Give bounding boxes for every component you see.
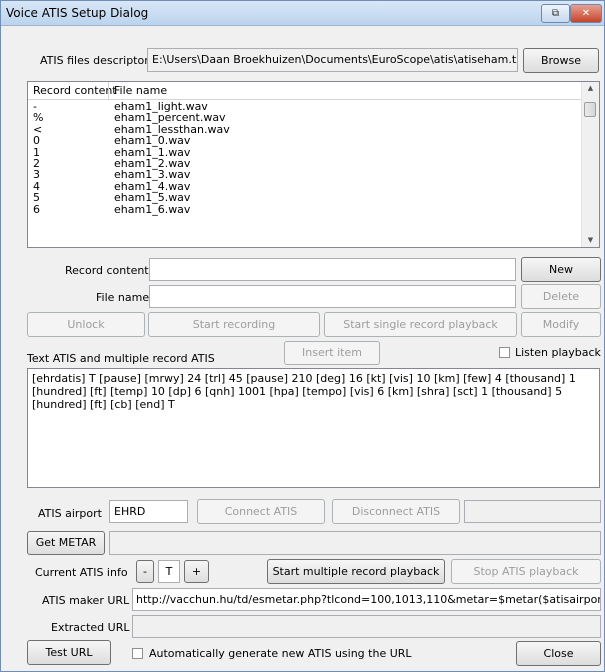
close-window-button[interactable]: ✕ — [570, 4, 602, 23]
atis-letter-decrement-button[interactable]: - — [136, 560, 154, 583]
record-content-input[interactable] — [149, 258, 516, 281]
text-atis-textarea[interactable]: [ehrdatis] T [pause] [mrwy] 24 [trl] 45 … — [27, 368, 600, 488]
records-list[interactable]: Record content File name - eham1_light.wa… — [27, 81, 600, 248]
record-content-cell: 5 — [33, 191, 40, 205]
browse-button[interactable]: Browse — [523, 48, 599, 73]
record-content-cell: 6 — [33, 202, 40, 216]
record-content-cell: 0 — [33, 134, 40, 148]
extracted-url-label: Extracted URL — [51, 621, 130, 634]
connect-atis-button[interactable]: Connect ATIS — [197, 499, 325, 524]
column-header-file-name[interactable]: File name — [114, 84, 167, 97]
get-metar-button[interactable]: Get METAR — [27, 531, 105, 555]
delete-button[interactable]: Delete — [521, 284, 601, 309]
current-atis-info-label: Current ATIS info — [35, 566, 128, 579]
start-multiple-playback-button[interactable]: Start multiple record playback — [267, 559, 445, 584]
scroll-down-icon[interactable]: ▼ — [582, 236, 599, 244]
disconnect-atis-button[interactable]: Disconnect ATIS — [332, 499, 460, 524]
insert-item-button[interactable]: Insert item — [284, 341, 380, 365]
records-list-header: Record content File name — [28, 82, 582, 100]
atis-status-field — [464, 500, 601, 523]
auto-generate-checkbox[interactable] — [132, 648, 143, 659]
restore-button[interactable]: ⧉ — [541, 4, 570, 23]
record-content-label: Record content — [65, 264, 149, 277]
test-url-button[interactable]: Test URL — [27, 640, 111, 665]
new-button[interactable]: New — [521, 257, 601, 282]
atis-maker-url-input[interactable]: http://vacchun.hu/td/esmetar.php?tlcond=… — [132, 588, 601, 611]
file-name-cell: eham1_6.wav — [114, 202, 191, 216]
atis-airport-input[interactable]: EHRD — [109, 500, 188, 523]
listen-playback-checkbox[interactable] — [499, 347, 510, 358]
window-title: Voice ATIS Setup Dialog — [6, 6, 149, 20]
text-atis-label: Text ATIS and multiple record ATIS — [27, 352, 215, 365]
scroll-up-icon[interactable]: ▲ — [582, 84, 599, 92]
records-scrollbar[interactable]: ▲ ▼ — [581, 82, 599, 247]
descriptor-path-field[interactable]: E:\Users\Daan Broekhuizen\Documents\Euro… — [147, 48, 518, 72]
modify-button[interactable]: Modify — [521, 312, 601, 337]
extracted-url-field — [132, 615, 601, 638]
file-name-cell: eham1_0.wav — [114, 134, 191, 148]
file-name-input[interactable] — [149, 285, 516, 308]
atis-letter-increment-button[interactable]: + — [184, 560, 209, 583]
stop-atis-playback-button[interactable]: Stop ATIS playback — [451, 559, 601, 584]
file-name-cell: eham1_5.wav — [114, 191, 191, 205]
listen-playback-label: Listen playback — [515, 346, 601, 359]
atis-airport-label: ATIS airport — [38, 507, 102, 520]
metar-field — [109, 531, 601, 555]
auto-generate-label: Automatically generate new ATIS using th… — [149, 647, 412, 660]
start-recording-button[interactable]: Start recording — [148, 312, 320, 337]
restore-icon: ⧉ — [551, 8, 560, 19]
atis-letter-field[interactable]: T — [158, 560, 180, 583]
scroll-thumb[interactable] — [584, 102, 596, 117]
atis-maker-url-label: ATIS maker URL — [42, 594, 130, 607]
descriptor-label: ATIS files descriptor — [40, 54, 149, 67]
unlock-button[interactable]: Unlock — [27, 312, 145, 337]
voice-atis-dialog: Voice ATIS Setup Dialog ⧉ ✕ ATIS files d… — [0, 0, 605, 672]
close-icon: ✕ — [581, 8, 591, 19]
close-button[interactable]: Close — [516, 641, 601, 666]
column-header-record-content[interactable]: Record content — [33, 84, 117, 97]
file-name-label: File name — [96, 291, 150, 304]
start-single-playback-button[interactable]: Start single record playback — [324, 312, 517, 337]
title-bar: Voice ATIS Setup Dialog ⧉ ✕ — [1, 1, 604, 26]
